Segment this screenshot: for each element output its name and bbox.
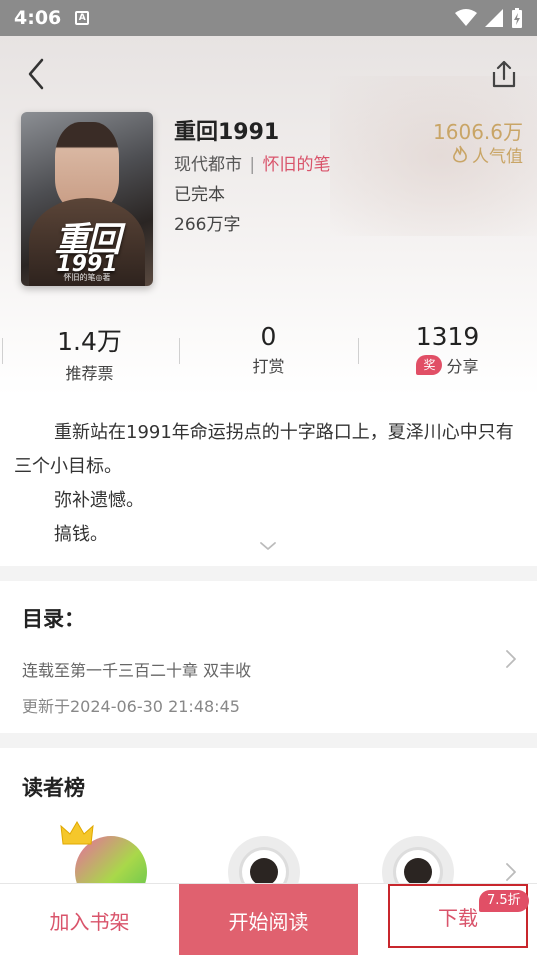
bottom-action-bar: 加入书架 开始阅读 下载	[0, 883, 537, 955]
book-category: 现代都市	[174, 155, 242, 175]
popularity-label: 人气值	[472, 147, 523, 167]
crown-icon	[60, 821, 94, 845]
back-icon[interactable]	[22, 56, 52, 92]
intro-line: 弥补遗憾。	[54, 490, 144, 511]
add-to-shelf-button[interactable]: 加入书架	[0, 884, 179, 955]
book-word-count: 266万字	[174, 215, 241, 235]
stats-row: 1.4万 推荐票 0 打赏 1319 奖 分享	[0, 322, 537, 386]
discount-badge: 7.5折	[479, 890, 529, 912]
stat-share[interactable]: 1319 奖 分享	[358, 322, 537, 386]
book-title: 重回1991	[174, 120, 280, 145]
book-author-link[interactable]: 怀旧的笔	[263, 155, 331, 175]
cover-figure-head	[55, 122, 119, 210]
catalog-heading: 目录：	[22, 607, 85, 631]
readers-heading: 读者榜	[22, 776, 85, 800]
reward-badge: 奖	[416, 355, 443, 375]
stat-value: 0	[260, 322, 277, 351]
chevron-right-icon	[506, 650, 516, 668]
status-bar: 4:06 A	[0, 0, 537, 36]
cover-author: 怀旧的笔◎著	[63, 273, 111, 282]
catalog-section[interactable]: 目录： 连载至第一千三百二十章 双丰收 更新于2024-06-30 21:48:…	[0, 581, 537, 733]
intro-line: 重新站在1991年命运拐点的十字路口上，夏泽川心中只有三个小目标。	[14, 422, 514, 477]
stat-value: 1.4万	[57, 327, 122, 356]
book-meta: 现代都市 | 怀旧的笔	[174, 150, 331, 175]
popularity-label-row: 人气值	[452, 142, 523, 167]
notification-a-icon: A	[75, 11, 90, 25]
start-reading-button[interactable]: 开始阅读	[179, 884, 358, 955]
share-icon[interactable]	[488, 58, 520, 90]
stat-label: 推荐票	[65, 364, 114, 383]
popularity-value: 1606.6万	[433, 120, 523, 144]
stat-label: 分享	[446, 357, 479, 376]
latest-chapter: 连载至第一千三百二十章 双丰收	[22, 661, 252, 680]
meta-separator: |	[249, 155, 256, 175]
wifi-icon	[455, 9, 477, 26]
chevron-right-icon	[506, 863, 516, 881]
book-cover[interactable]: 重回 1991 怀旧的笔◎著	[21, 112, 153, 286]
flame-icon	[453, 145, 467, 163]
stat-value: 1319	[415, 322, 480, 351]
readers-ranking[interactable]: 读者榜	[0, 748, 537, 908]
signal-icon	[485, 9, 503, 27]
stat-tip[interactable]: 0 打赏	[179, 322, 358, 386]
stat-recommend[interactable]: 1.4万 推荐票	[0, 322, 179, 386]
book-status: 已完本	[174, 185, 225, 205]
update-time: 更新于2024-06-30 21:48:45	[22, 697, 240, 716]
status-time: 4:06	[14, 7, 62, 29]
stat-label: 打赏	[252, 357, 285, 376]
book-intro[interactable]: 重新站在1991年命运拐点的十字路口上，夏泽川心中只有三个小目标。 弥补遗憾。 …	[0, 396, 537, 566]
battery-icon	[512, 8, 522, 28]
expand-chevron-icon[interactable]	[259, 540, 277, 552]
